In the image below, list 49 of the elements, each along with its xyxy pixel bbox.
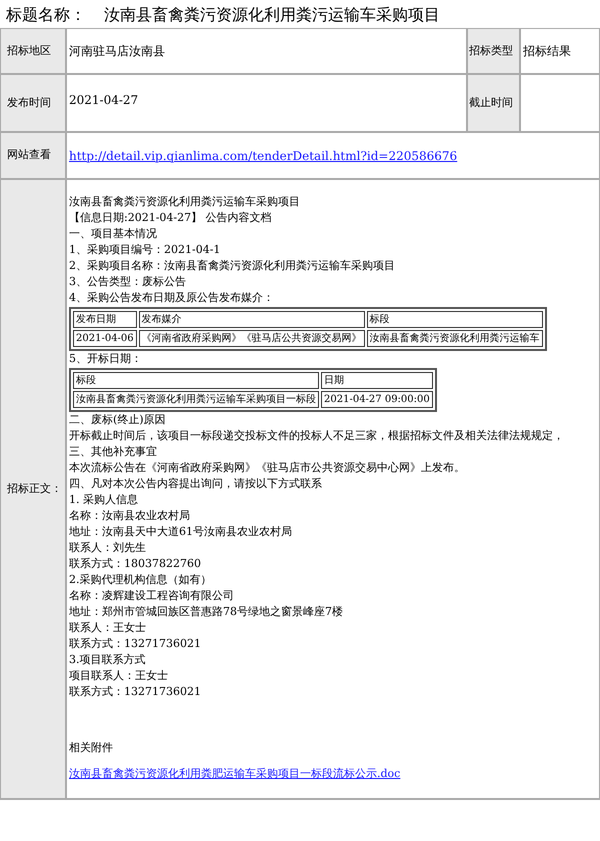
body-text: 四、凡对本次公告内容提出询问，请按以下方式联系 <box>69 476 322 492</box>
table-cell: 汝南县畜禽粪污资源化利用粪污运输车 <box>366 330 543 347</box>
table-cell: 2021-04-06 <box>73 330 137 347</box>
website-link[interactable]: http://detail.vip.qianlima.com/tenderDetail.html?id=220586676 <box>69 148 458 162</box>
body-text: 名称：汝南县农业农村局 <box>69 508 190 524</box>
body-text: 1. 采购人信息 <box>69 492 138 508</box>
column-header: 标段 <box>366 311 543 328</box>
body-text: 联系方式：13271736021 <box>69 684 201 700</box>
table-cell: 《河南省政府采购网》《驻马店公共资源交易网》 <box>138 330 365 347</box>
field-label: 招标地区 <box>1 29 67 75</box>
field-value: 招标结果 <box>521 29 600 75</box>
body-text: 2.采购代理机构信息（如有） <box>69 572 212 588</box>
attachment-link[interactable]: 汝南县畜禽粪污资源化利用粪肥运输车采购项目一标段流标公示.doc <box>69 767 400 780</box>
column-header: 发布媒介 <box>138 311 365 328</box>
title-label: 标题名称： <box>6 5 86 24</box>
body-text: 5、开标日期： <box>69 351 142 367</box>
field-label: 招标正文： <box>1 180 67 800</box>
body-text: 3.项目联系方式 <box>69 652 146 668</box>
field-label: 网站查看 <box>1 133 67 180</box>
body-text: 联系方式：18037822760 <box>69 556 201 572</box>
body-text: 项目联系人：王女士 <box>69 668 168 684</box>
field-label: 招标类型 <box>468 29 521 75</box>
body-text: 地址：汝南县天中大道61号汝南县农业农村局 <box>69 524 292 540</box>
field-value: 河南驻马店汝南县 <box>67 29 468 75</box>
attachments-heading: 相关附件 <box>69 740 113 756</box>
table-cell: 2021-04-27 09:00:00 <box>321 391 433 408</box>
field-label: 发布时间 <box>1 75 67 133</box>
body-text: 汝南县畜禽粪污资源化利用粪污运输车采购项目 <box>69 194 300 210</box>
column-header: 日期 <box>321 372 433 389</box>
body-text: 三、其他补充事宜 <box>69 444 157 460</box>
column-header: 发布日期 <box>73 311 137 328</box>
body-text: 二、废标(终止)原因 <box>69 412 166 428</box>
body-text: 本次流标公告在《河南省政府采购网》《驻马店市公共资源交易中心网》上发布。 <box>69 460 465 476</box>
body-text: 【信息日期:2021-04-27】 公告内容文档 <box>69 210 272 226</box>
body-text: 联系人：刘先生 <box>69 540 146 556</box>
body-text: 1、采购项目编号：2021-04-1 <box>69 242 220 258</box>
body-text: 4、采购公告发布日期及原公告发布媒介： <box>69 290 274 306</box>
body-text: 3、公告类型：废标公告 <box>69 274 186 290</box>
body-text: 一、项目基本情况 <box>69 226 157 242</box>
page-title: 汝南县畜禽粪污资源化利用粪污运输车采购项目 <box>104 5 440 24</box>
body-text: 联系方式：13271736021 <box>69 636 201 652</box>
body-text: 2、采购项目名称：汝南县畜禽粪污资源化利用粪污运输车采购项目 <box>69 258 395 274</box>
table-cell: 汝南县畜禽粪污资源化利用粪污运输车采购项目一标段 <box>73 391 319 408</box>
body-text: 名称：凌辉建设工程咨询有限公司 <box>69 588 234 604</box>
body-text: 地址：郑州市管城回族区普惠路78号绿地之窗景峰座7楼 <box>69 604 343 620</box>
column-header: 标段 <box>73 372 319 389</box>
body-text: 联系人：王女士 <box>69 620 146 636</box>
body-text: 开标截止时间后，该项目一标段递交投标文件的投标人不足三家，根据招标文件及相关法律法规规定， <box>69 428 564 444</box>
field-label: 截止时间 <box>468 75 521 133</box>
